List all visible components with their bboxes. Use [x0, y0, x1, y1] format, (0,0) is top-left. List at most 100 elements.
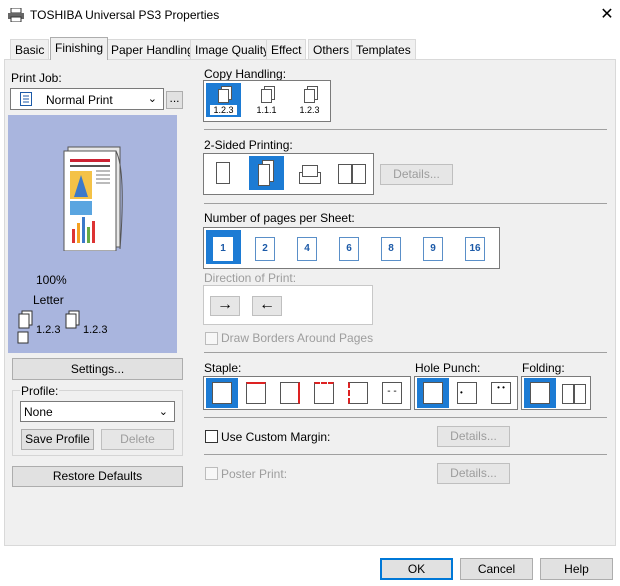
restore-defaults-button[interactable]: Restore Defaults — [12, 466, 183, 487]
hole-punch-group: • • • — [414, 376, 518, 410]
preview-paper-size: Letter — [33, 293, 64, 307]
copy-handling-caption: 1.2.3 — [210, 105, 237, 115]
folding-none-button[interactable] — [524, 378, 556, 408]
pages-16-button[interactable]: 16 — [458, 230, 493, 264]
preview-collate-2: 1.2.3 — [83, 324, 108, 336]
pages-count: 4 — [297, 237, 317, 261]
pages-count: 9 — [423, 237, 443, 261]
close-icon: ✕ — [600, 6, 614, 23]
preview-collate-1: 1.2.3 — [36, 324, 61, 336]
tab-basic[interactable]: Basic — [10, 39, 50, 59]
copy-handling-sort-button[interactable]: 1.2.3 — [206, 83, 241, 117]
copy-handling-label: Copy Handling: — [204, 67, 287, 81]
two-sided-book-button[interactable] — [249, 156, 284, 190]
custom-margin-details-button[interactable]: Details... — [437, 426, 510, 447]
staple-left-double-button[interactable] — [342, 378, 374, 408]
pages-9-button[interactable]: 9 — [416, 230, 451, 264]
hole-punch-left-button[interactable]: • — [451, 378, 483, 408]
two-sided-tablet-button[interactable] — [292, 156, 327, 190]
pages-count: 2 — [255, 237, 275, 261]
staple-top-left-button[interactable] — [240, 378, 272, 408]
tab-label: Templates — [356, 43, 411, 57]
tab-finishing[interactable]: Finishing — [50, 37, 109, 60]
print-preview: 100% Letter 1.2.3 1.2.3 — [8, 115, 177, 353]
direction-right-button[interactable]: → — [210, 296, 240, 316]
profile-select[interactable]: None ⌄ — [20, 401, 175, 422]
close-button[interactable]: ✕ — [596, 4, 618, 26]
two-sided-booklet-button[interactable] — [334, 156, 369, 190]
copy-handling-caption: 1.2.3 — [299, 105, 320, 115]
pages-per-sheet-group: 1 2 4 6 8 9 16 — [203, 227, 500, 269]
two-sided-label: 2-Sided Printing: — [204, 138, 293, 152]
delete-profile-button[interactable]: Delete — [101, 429, 174, 450]
tab-label: Finishing — [55, 41, 104, 55]
divider — [204, 352, 607, 353]
poster-print-checkbox[interactable] — [205, 467, 218, 480]
poster-print-details-button[interactable]: Details... — [437, 463, 510, 484]
draw-borders-label: Draw Borders Around Pages — [221, 331, 374, 345]
window-title: TOSHIBA Universal PS3 Properties — [30, 8, 220, 22]
pages-8-button[interactable]: 8 — [374, 230, 409, 264]
pages-1-button[interactable]: 1 — [206, 230, 241, 264]
divider — [204, 454, 607, 455]
help-button[interactable]: Help — [540, 558, 613, 580]
pages-count: 8 — [381, 237, 401, 261]
copy-handling-group-button[interactable]: 1.1.1 — [249, 83, 284, 117]
staple-top-right-button[interactable] — [274, 378, 306, 408]
tab-label: Others — [313, 43, 350, 57]
custom-margin-checkbox[interactable] — [205, 430, 218, 443]
tab-label: Paper Handling — [111, 43, 194, 57]
two-sided-details-button[interactable]: Details... — [380, 164, 453, 185]
two-sided-group — [203, 153, 374, 195]
pages-count: 1 — [213, 237, 233, 261]
tab-label: Effect — [271, 43, 302, 57]
tab-templates[interactable]: Templates — [351, 39, 416, 59]
staple-saddle-button[interactable]: - - — [376, 378, 408, 408]
document-icon — [20, 92, 32, 109]
profile-value: None — [24, 405, 53, 419]
tab-effect[interactable]: Effect — [266, 39, 307, 59]
arrow-left-icon: ← — [259, 296, 275, 313]
tab-paper-handling[interactable]: Paper Handling — [106, 39, 199, 59]
title-bar: TOSHIBA Universal PS3 Properties ✕ — [0, 0, 620, 31]
tab-image-quality[interactable]: Image Quality — [190, 39, 275, 59]
pages-4-button[interactable]: 4 — [290, 230, 325, 264]
divider — [204, 417, 607, 418]
two-sided-off-button[interactable] — [206, 156, 241, 190]
pages-2-button[interactable]: 2 — [248, 230, 283, 264]
draw-borders-checkbox[interactable] — [205, 332, 218, 345]
cancel-button[interactable]: Cancel — [460, 558, 533, 580]
hole-punch-none-button[interactable] — [417, 378, 449, 408]
direction-left-button[interactable]: ← — [252, 296, 282, 316]
pages-count: 16 — [465, 237, 485, 261]
copy-handling-caption: 1.1.1 — [256, 105, 277, 115]
save-profile-button[interactable]: Save Profile — [21, 429, 94, 450]
pages-count: 6 — [339, 237, 359, 261]
chevron-down-icon: ⌄ — [147, 93, 157, 105]
ok-button[interactable]: OK — [380, 558, 453, 580]
staple-none-button[interactable] — [206, 378, 238, 408]
staple-group: - - — [203, 376, 411, 410]
settings-button[interactable]: Settings... — [12, 358, 183, 380]
custom-margin-label: Use Custom Margin: — [221, 430, 331, 444]
hole-punch-top-button[interactable]: • • — [485, 378, 517, 408]
arrow-right-icon: → — [217, 296, 233, 313]
staple-label: Staple: — [204, 361, 242, 375]
print-job-more-button[interactable]: ... — [166, 91, 183, 109]
pages-6-button[interactable]: 6 — [332, 230, 367, 264]
direction-group: → ← — [203, 285, 373, 325]
direction-label: Direction of Print: — [204, 271, 297, 285]
collate-icon — [63, 310, 83, 335]
print-job-select[interactable]: Normal Print ⌄ — [10, 88, 164, 110]
staple-top-double-button[interactable] — [308, 378, 340, 408]
preview-zoom: 100% — [36, 273, 67, 287]
divider — [204, 129, 607, 130]
print-job-label: Print Job: — [11, 71, 62, 85]
folding-half-button[interactable] — [558, 378, 590, 408]
tab-label: Basic — [15, 43, 45, 57]
copy-handling-rotate-button[interactable]: 1.2.3 — [292, 83, 327, 117]
chevron-down-icon: ⌄ — [158, 406, 168, 418]
tab-others[interactable]: Others — [308, 39, 355, 59]
pages-per-sheet-label: Number of pages per Sheet: — [204, 211, 355, 225]
copy-handling-group: 1.2.3 1.1.1 1.2.3 — [203, 80, 331, 122]
